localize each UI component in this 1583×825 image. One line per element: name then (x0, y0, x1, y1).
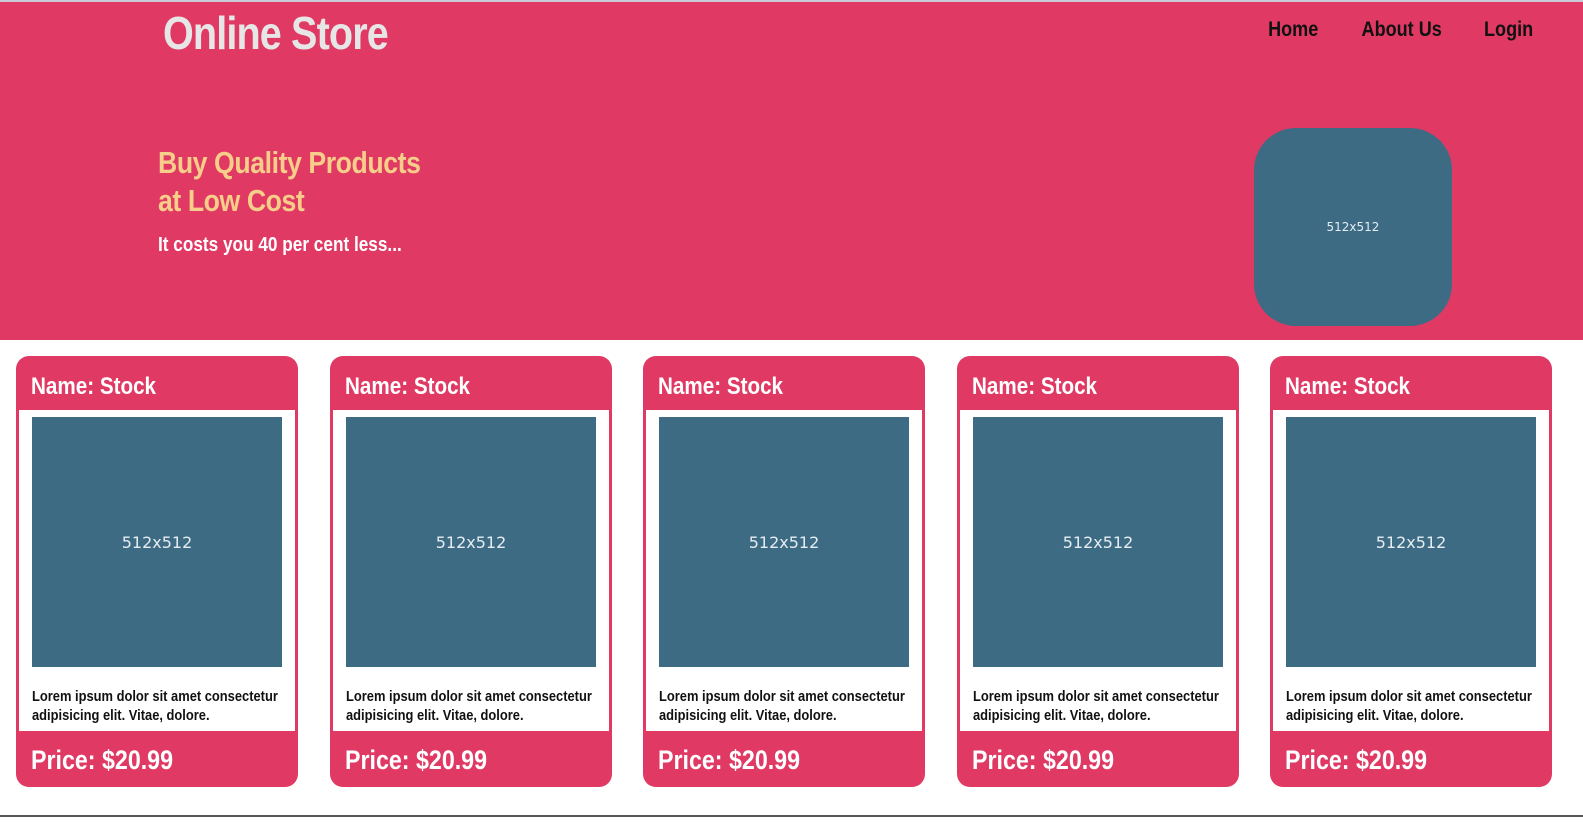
product-card-body: 512x512 Lorem ipsum dolor sit amet conse… (960, 410, 1236, 731)
product-description: Lorem ipsum dolor sit amet consectetur a… (346, 688, 592, 724)
product-description: Lorem ipsum dolor sit amet consectetur a… (1286, 688, 1532, 724)
product-card-body: 512x512 Lorem ipsum dolor sit amet conse… (333, 410, 609, 731)
product-name: Name: Stock (972, 373, 1098, 400)
site-logo[interactable]: Online Store (163, 6, 389, 60)
product-image-label: 512x512 (748, 532, 820, 552)
product-price: Price: $20.99 (1285, 745, 1428, 775)
product-image-placeholder[interactable]: 512x512 (1286, 417, 1536, 667)
product-image-label: 512x512 (1375, 532, 1447, 552)
product-card[interactable]: Name: Stock 512x512 Lorem ipsum dolor si… (957, 356, 1239, 787)
product-image-placeholder[interactable]: 512x512 (659, 417, 909, 667)
product-image-label: 512x512 (435, 532, 507, 552)
product-name: Name: Stock (1285, 373, 1411, 400)
product-card-body: 512x512 Lorem ipsum dolor sit amet conse… (19, 410, 295, 731)
nav-login-link[interactable]: Login (1484, 18, 1533, 42)
product-price: Price: $20.99 (345, 745, 488, 775)
product-name: Name: Stock (658, 373, 784, 400)
product-description: Lorem ipsum dolor sit amet consectetur a… (32, 688, 278, 724)
hero-subline: It costs you 40 per cent less... (158, 234, 402, 256)
hero-headline: Buy Quality Products at Low Cost (158, 144, 421, 220)
product-name: Name: Stock (345, 373, 471, 400)
product-card[interactable]: Name: Stock 512x512 Lorem ipsum dolor si… (330, 356, 612, 787)
product-card-body: 512x512 Lorem ipsum dolor sit amet conse… (646, 410, 922, 731)
main-nav: Home About Us Login (1264, 18, 1537, 42)
product-image-placeholder[interactable]: 512x512 (32, 417, 282, 667)
horizontal-scrollbar[interactable] (0, 815, 1583, 817)
product-name: Name: Stock (31, 373, 157, 400)
product-price: Price: $20.99 (658, 745, 801, 775)
product-card[interactable]: Name: Stock 512x512 Lorem ipsum dolor si… (16, 356, 298, 787)
hero-image-label: 512x512 (1326, 220, 1380, 234)
product-price: Price: $20.99 (31, 745, 174, 775)
product-price: Price: $20.99 (972, 745, 1115, 775)
product-image-placeholder[interactable]: 512x512 (346, 417, 596, 667)
product-image-placeholder[interactable]: 512x512 (973, 417, 1223, 667)
hero-image-placeholder: 512x512 (1254, 128, 1452, 326)
product-image-label: 512x512 (1062, 532, 1134, 552)
product-card[interactable]: Name: Stock 512x512 Lorem ipsum dolor si… (643, 356, 925, 787)
product-description: Lorem ipsum dolor sit amet consectetur a… (659, 688, 905, 724)
product-description: Lorem ipsum dolor sit amet consectetur a… (973, 688, 1219, 724)
hero-headline-line-2: at Low Cost (158, 183, 305, 218)
hero-headline-line-1: Buy Quality Products (158, 145, 421, 180)
hero-banner: Online Store Home About Us Login Buy Qua… (0, 2, 1583, 340)
product-card[interactable]: Name: Stock 512x512 Lorem ipsum dolor si… (1270, 356, 1552, 787)
nav-home-link[interactable]: Home (1268, 18, 1318, 42)
product-card-body: 512x512 Lorem ipsum dolor sit amet conse… (1273, 410, 1549, 731)
product-image-label: 512x512 (121, 532, 193, 552)
nav-about-us-link[interactable]: About Us (1361, 18, 1441, 42)
